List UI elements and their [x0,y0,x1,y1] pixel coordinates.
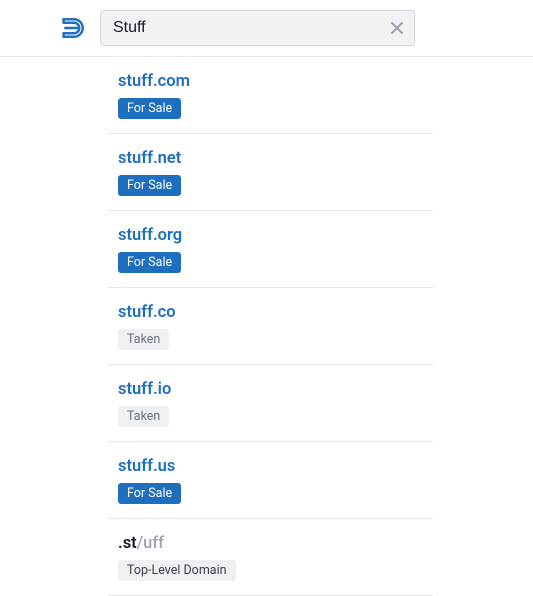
close-icon [389,20,405,36]
results-list: stuff.com For Sale stuff.net For Sale st… [0,57,533,596]
result-row: stuff.us For Sale [108,442,433,519]
result-row: .st/uff Top-Level Domain [108,519,433,596]
status-badge: For Sale [118,252,181,273]
status-badge: Top-Level Domain [118,560,236,581]
domain-link[interactable]: .st/uff [118,534,164,553]
tld-suffix: /uff [137,534,164,553]
domain-link[interactable]: stuff.co [118,303,176,322]
domain-link[interactable]: stuff.io [118,380,171,399]
result-row: stuff.org For Sale [108,211,433,288]
status-badge: Taken [118,329,169,350]
status-badge: For Sale [118,175,181,196]
status-badge: Taken [118,406,169,427]
search-input[interactable] [100,10,415,46]
result-row: stuff.io Taken [108,365,433,442]
domain-link[interactable]: stuff.com [118,72,190,91]
result-row: stuff.com For Sale [108,57,433,134]
status-badge: For Sale [118,98,181,119]
status-badge: For Sale [118,483,181,504]
search-container [100,10,415,46]
tld-prefix: .st [118,534,137,553]
domain-link[interactable]: stuff.org [118,226,182,245]
logo[interactable] [60,14,88,42]
logo-icon [60,14,88,42]
clear-button[interactable] [385,16,409,40]
domain-link[interactable]: stuff.us [118,457,175,476]
domain-link[interactable]: stuff.net [118,149,181,168]
result-row: stuff.net For Sale [108,134,433,211]
result-row: stuff.co Taken [108,288,433,365]
top-bar [0,0,533,57]
